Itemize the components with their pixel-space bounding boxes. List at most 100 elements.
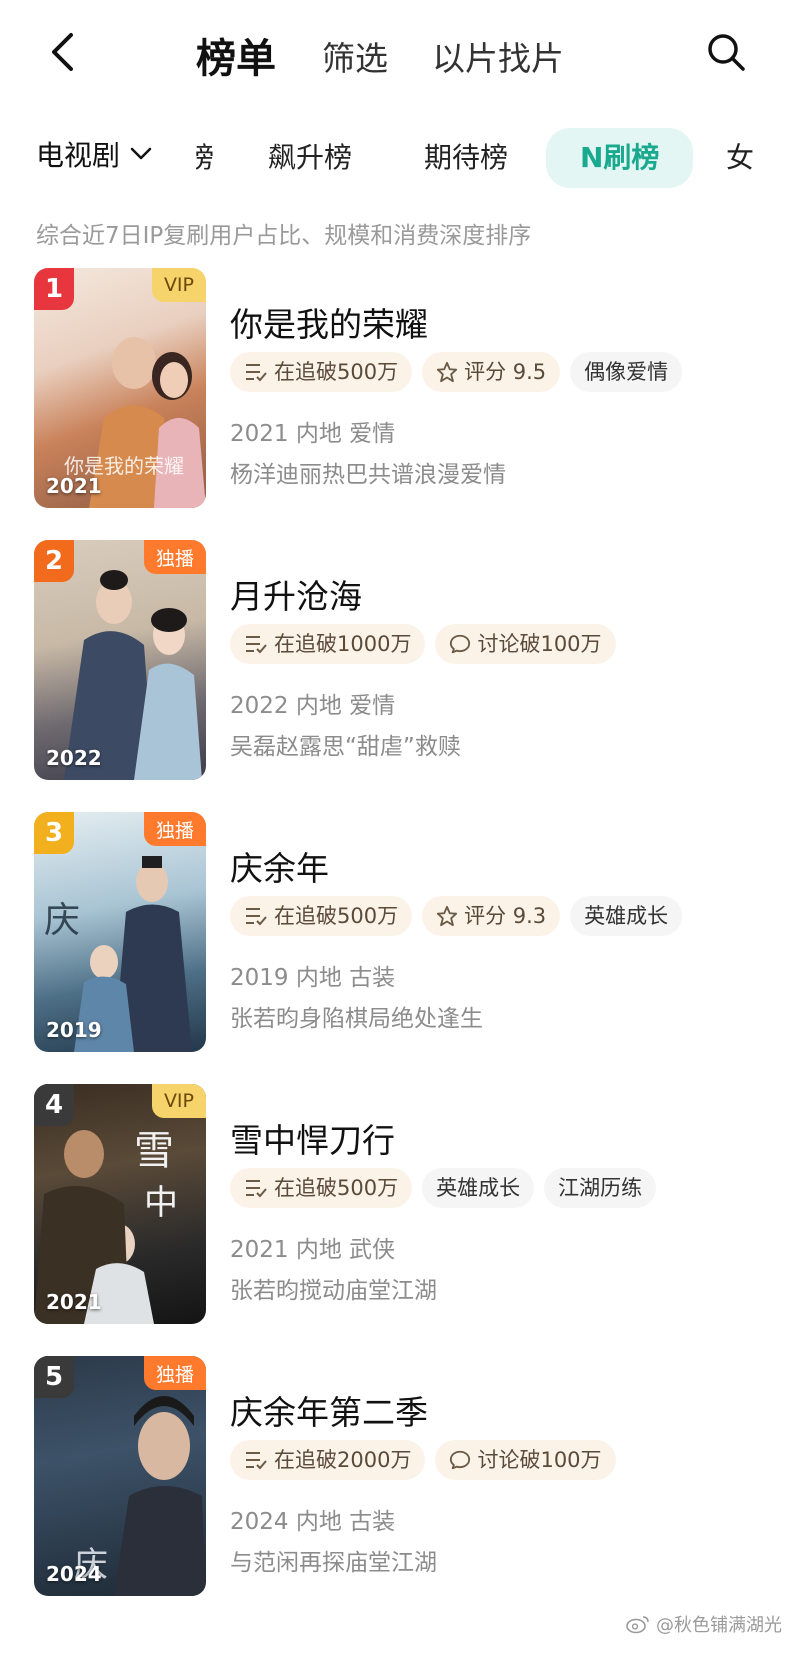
show-title[interactable]: 月升沧海 [230,570,362,618]
tag-text: 讨论破100万 [477,632,602,656]
tag-row: 在追破500万 英雄成长 江湖历练 [230,1168,657,1208]
tag-genre: 偶像爱情 [570,352,683,392]
show-subtitle: 张若昀身陷棋局绝处逢生 [230,1006,483,1032]
exclusive-badge: 独播 [143,540,206,574]
category-row: 电视剧 榜 飙升榜 期待榜 N刷榜 女 [0,124,800,192]
tag-genre: 英雄成长 [422,1168,535,1208]
chip-partial-left[interactable]: 榜 [196,134,214,182]
show-meta: 2019 内地 古装 [230,965,396,991]
tag-row: 在追破2000万 讨论破100万 [230,1440,616,1480]
poster-year: 2021 [46,1290,102,1314]
rank-badge: 3 [34,812,74,854]
chip-rewatch-active[interactable]: N刷榜 [546,128,694,188]
tag-following: 在追破500万 [230,1168,413,1208]
list-icon [246,1452,267,1470]
tag-discussion: 讨论破100万 [435,1440,616,1480]
poster[interactable]: 庆 3 独播 2019 [34,812,206,1052]
list-item[interactable]: 你是我的荣耀 1 VIP 2021 你是我的荣耀 在追破500万 评分 9.5 … [0,268,800,518]
show-subtitle: 与范闲再探庙堂江湖 [230,1550,437,1576]
tag-rating: 评分 9.3 [422,896,561,936]
tag-text: 在追破500万 [274,1176,399,1200]
poster-year: 2022 [46,746,102,770]
rank-badge: 1 [34,268,74,310]
show-meta: 2021 内地 武侠 [230,1237,396,1263]
chevron-left-icon [52,33,73,71]
show-subtitle: 张若昀搅动庙堂江湖 [230,1278,437,1304]
rank-badge: 2 [34,540,74,582]
list-icon [246,636,267,654]
top-bar: 榜单 筛选 以片找片 [0,0,800,110]
chip-rising[interactable]: 飙升榜 [268,134,352,182]
weibo-logo-icon [626,1616,649,1634]
show-meta: 2024 内地 古装 [230,1509,396,1535]
list-icon [246,908,267,926]
star-icon [437,905,458,927]
rank-badge: 4 [34,1084,74,1126]
tab-filter[interactable]: 筛选 [322,32,388,80]
comment-icon [450,634,471,654]
exclusive-badge: 独播 [143,1356,206,1390]
tag-row: 在追破1000万 讨论破100万 [230,624,616,664]
poster-year: 2021 [46,474,102,498]
tag-following: 在追破2000万 [230,1440,426,1480]
exclusive-badge: 独播 [143,812,206,846]
tab-ranking[interactable]: 榜单 [196,26,276,84]
tag-following: 在追破500万 [230,352,413,392]
tag-text: 评分 9.5 [464,360,547,384]
show-title[interactable]: 庆余年第二季 [230,1386,428,1434]
show-subtitle: 吴磊赵露思“甜虐”救赎 [230,734,461,760]
tag-text: 评分 9.3 [464,904,547,928]
list-icon [246,1180,267,1198]
tag-text: 在追破500万 [274,360,399,384]
tag-row: 在追破500万 评分 9.3 英雄成长 [230,896,683,936]
star-icon [437,361,458,383]
chip-anticipated[interactable]: 期待榜 [424,134,508,182]
poster-year: 2019 [46,1018,102,1042]
rank-badge: 5 [34,1356,74,1398]
list-item[interactable]: 雪 中 4 VIP 2021 雪中悍刀行 在追破500万 英雄成长 江湖历练 2… [0,1084,800,1334]
poster[interactable]: 庆 5 独播 2024 [34,1356,206,1596]
show-title[interactable]: 庆余年 [230,842,329,890]
chevron-down-icon [130,147,152,160]
search-button[interactable] [704,30,748,74]
show-title[interactable]: 你是我的荣耀 [230,298,428,346]
svg-text:雪: 雪 [134,1128,174,1174]
category-dropdown-label: 电视剧 [36,139,121,172]
tag-genre: 英雄成长 [570,896,683,936]
vip-badge: VIP [151,268,206,302]
back-button[interactable] [40,30,84,74]
watermark: @秋色铺满湖光 [626,1611,782,1637]
tag-following: 在追破1000万 [230,624,426,664]
ranking-description: 综合近7日IP复刷用户占比、规模和消费深度排序 [36,223,532,249]
poster[interactable]: 2 独播 2022 [34,540,206,780]
tag-following: 在追破500万 [230,896,413,936]
show-title[interactable]: 雪中悍刀行 [230,1114,395,1162]
poster-year: 2024 [46,1562,102,1586]
list-icon [246,364,267,382]
tag-rating: 评分 9.5 [422,352,561,392]
tag-genre: 江湖历练 [544,1168,657,1208]
tag-text: 在追破2000万 [274,1448,412,1472]
tab-find-by-show[interactable]: 以片找片 [432,32,564,80]
tag-discussion: 讨论破100万 [435,624,616,664]
poster[interactable]: 雪 中 4 VIP 2021 [34,1084,206,1324]
svg-text:庆: 庆 [44,900,80,941]
tag-text: 在追破500万 [274,904,399,928]
show-meta: 2021 内地 爱情 [230,421,396,447]
chip-partial-right[interactable]: 女 [726,134,754,182]
svg-text:中: 中 [144,1183,178,1223]
search-icon [708,34,745,71]
category-dropdown[interactable]: 电视剧 [36,134,152,174]
list-item[interactable]: 2 独播 2022 月升沧海 在追破1000万 讨论破100万 2022 内地 … [0,540,800,790]
tag-row: 在追破500万 评分 9.5 偶像爱情 [230,352,683,392]
tag-text: 讨论破100万 [477,1448,602,1472]
show-meta: 2022 内地 爱情 [230,693,396,719]
comment-icon [450,1450,471,1470]
show-subtitle: 杨洋迪丽热巴共谱浪漫爱情 [230,462,506,488]
list-item[interactable]: 庆 5 独播 2024 庆余年第二季 在追破2000万 讨论破100万 2024… [0,1356,800,1606]
list-item[interactable]: 庆 3 独播 2019 庆余年 在追破500万 评分 9.3 英雄成长 2019… [0,812,800,1062]
watermark-text: @秋色铺满湖光 [656,1615,782,1636]
tag-text: 在追破1000万 [274,632,412,656]
poster[interactable]: 你是我的荣耀 1 VIP 2021 [34,268,206,508]
vip-badge: VIP [151,1084,206,1118]
